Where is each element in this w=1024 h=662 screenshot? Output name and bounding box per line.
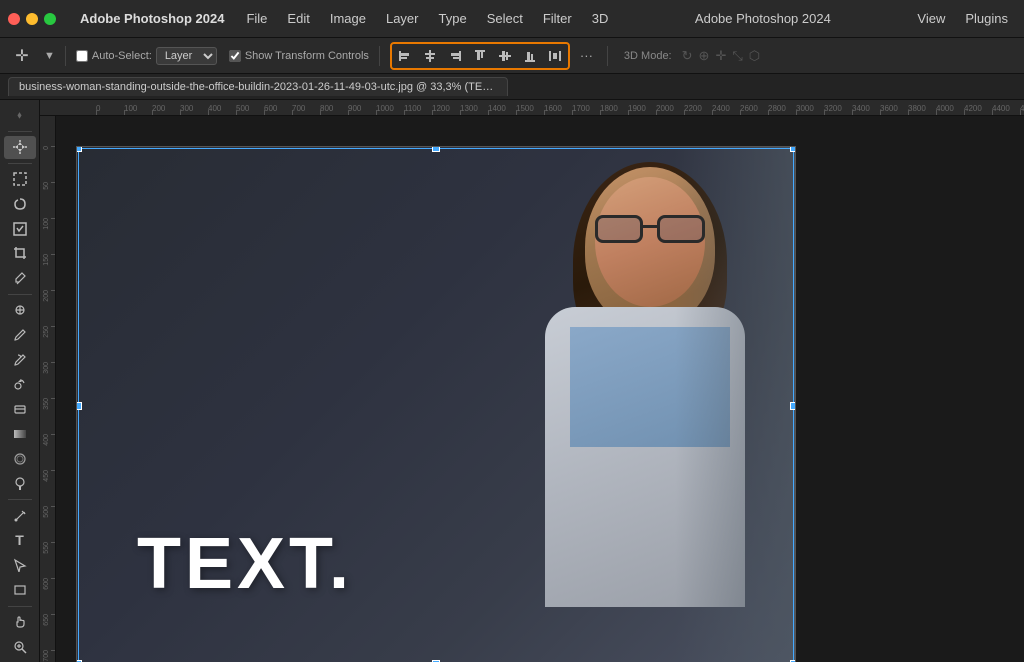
left-toolbar: ⬧ bbox=[0, 100, 40, 662]
move-arrow-group: ▼ bbox=[44, 50, 55, 62]
menu-edit[interactable]: Edit bbox=[279, 7, 317, 30]
auto-select-label: Auto-Select: bbox=[92, 50, 152, 62]
move-tool-icon[interactable]: ✛ bbox=[6, 43, 38, 69]
eyedropper-tool-button[interactable] bbox=[4, 267, 36, 290]
3d-move-icon[interactable]: ✛ bbox=[715, 48, 726, 64]
text-tool-icon: T bbox=[15, 532, 24, 548]
window-title: Adobe Photoshop 2024 bbox=[695, 11, 831, 26]
align-vertical-centers-button[interactable] bbox=[493, 45, 517, 67]
3d-rotate-icon[interactable]: ↻ bbox=[682, 48, 693, 64]
glass-bridge bbox=[643, 225, 657, 228]
align-horizontal-centers-button[interactable] bbox=[418, 45, 442, 67]
eraser-tool-button[interactable] bbox=[4, 398, 36, 421]
minimize-button[interactable] bbox=[26, 13, 38, 25]
move-tool-button[interactable] bbox=[4, 136, 36, 159]
menu-image[interactable]: Image bbox=[322, 7, 374, 30]
text-tool-button[interactable]: T bbox=[4, 529, 36, 552]
separator-3 bbox=[607, 46, 608, 66]
menu-type[interactable]: Type bbox=[431, 7, 475, 30]
move-arrow-icon: ▼ bbox=[44, 50, 55, 62]
lasso-tool-button[interactable] bbox=[4, 192, 36, 215]
document-tab[interactable]: business-woman-standing-outside-the-offi… bbox=[8, 77, 508, 96]
align-bottom-edges-button[interactable] bbox=[518, 45, 542, 67]
tool-separator-3 bbox=[8, 499, 32, 500]
show-transform-checkbox[interactable] bbox=[229, 50, 241, 62]
menu-view[interactable]: View bbox=[909, 7, 953, 30]
menu-select[interactable]: Select bbox=[479, 7, 531, 30]
tool-separator-0 bbox=[8, 131, 32, 132]
auto-select-group: Auto-Select: Layer Group bbox=[76, 47, 217, 65]
align-top-edges-button[interactable] bbox=[468, 45, 492, 67]
maximize-button[interactable] bbox=[44, 13, 56, 25]
app-name: Adobe Photoshop 2024 bbox=[80, 11, 224, 26]
traffic-lights bbox=[8, 13, 56, 25]
separator-1 bbox=[65, 46, 66, 66]
crop-tool-button[interactable] bbox=[4, 242, 36, 265]
show-transform-label: Show Transform Controls bbox=[245, 50, 369, 62]
auto-select-checkbox[interactable] bbox=[76, 50, 88, 62]
rectangular-marquee-tool-button[interactable] bbox=[4, 167, 36, 190]
tool-separator-1 bbox=[8, 163, 32, 164]
auto-select-dropdown[interactable]: Layer Group bbox=[156, 47, 217, 65]
pen-tool-button[interactable] bbox=[4, 504, 36, 527]
rectangle-tool-button[interactable] bbox=[4, 579, 36, 602]
healing-brush-tool-button[interactable] bbox=[4, 299, 36, 322]
menu-layer[interactable]: Layer bbox=[378, 7, 427, 30]
path-selection-tool-button[interactable] bbox=[4, 554, 36, 577]
brush-tool-button[interactable] bbox=[4, 323, 36, 346]
hand-tool-button[interactable] bbox=[4, 610, 36, 633]
align-buttons-group bbox=[390, 42, 570, 70]
glass-right bbox=[657, 215, 705, 243]
person-glasses bbox=[591, 215, 709, 253]
glass-left bbox=[595, 215, 643, 243]
dodge-tool-button[interactable] bbox=[4, 472, 36, 495]
menu-file[interactable]: File bbox=[238, 7, 275, 30]
3d-icons-group: ↻ ⊕ ✛ ⤡ ⬡ bbox=[682, 48, 760, 64]
canvas-area: 0100200300400500600700800900100011001200… bbox=[40, 100, 1024, 662]
object-selection-tool-button[interactable] bbox=[4, 217, 36, 240]
3d-camera-icon[interactable]: ⬡ bbox=[749, 48, 760, 64]
text-layer-overlay[interactable]: TEXT. bbox=[137, 523, 353, 605]
distribute-button[interactable] bbox=[543, 45, 567, 67]
handle-middle-left[interactable] bbox=[76, 402, 82, 410]
3d-pan-icon[interactable]: ⊕ bbox=[699, 48, 710, 64]
tab-bar: business-woman-standing-outside-the-offi… bbox=[0, 74, 1024, 100]
options-bar: ✛ ▼ Auto-Select: Layer Group Show Transf… bbox=[0, 38, 1024, 74]
align-left-edges-button[interactable] bbox=[393, 45, 417, 67]
close-button[interactable] bbox=[8, 13, 20, 25]
handle-middle-right[interactable] bbox=[790, 402, 796, 410]
3d-mode-label: 3D Mode: bbox=[624, 50, 672, 62]
photo-background: TEXT. bbox=[77, 147, 795, 662]
align-right-edges-button[interactable] bbox=[443, 45, 467, 67]
tool-separator-4 bbox=[8, 606, 32, 607]
clone-stamp-tool-button[interactable] bbox=[4, 348, 36, 371]
menu-filter[interactable]: Filter bbox=[535, 7, 580, 30]
document-canvas: TEXT. bbox=[76, 146, 796, 662]
separator-2 bbox=[379, 46, 380, 66]
blur-tool-button[interactable] bbox=[4, 448, 36, 471]
menu-3d[interactable]: 3D bbox=[584, 7, 617, 30]
tool-separator-2 bbox=[8, 294, 32, 295]
horizontal-ruler: 0100200300400500600700800900100011001200… bbox=[40, 100, 1024, 116]
canvas-with-ruler: 0501001502002503003504004505005506006507… bbox=[40, 116, 1024, 662]
3d-scale-icon[interactable]: ⤡ bbox=[732, 48, 742, 64]
main-area: ⬧ bbox=[0, 100, 1024, 662]
vertical-ruler: 0501001502002503003504004505005506006507… bbox=[40, 116, 56, 662]
pan-arrows-icon: ⬧ bbox=[4, 104, 36, 127]
menu-plugins[interactable]: Plugins bbox=[957, 7, 1016, 30]
transform-controls-group: Show Transform Controls bbox=[229, 50, 369, 62]
handle-top-center[interactable] bbox=[432, 146, 440, 152]
handle-top-right[interactable] bbox=[790, 146, 796, 152]
menubar: Adobe Photoshop 2024 File Edit Image Lay… bbox=[0, 0, 1024, 38]
handle-top-left[interactable] bbox=[76, 146, 82, 152]
zoom-tool-button[interactable] bbox=[4, 635, 36, 658]
gradient-tool-button[interactable] bbox=[4, 423, 36, 446]
history-brush-tool-button[interactable] bbox=[4, 373, 36, 396]
canvas-viewport[interactable]: TEXT. bbox=[56, 116, 1024, 662]
more-options-button[interactable]: ··· bbox=[576, 48, 597, 63]
